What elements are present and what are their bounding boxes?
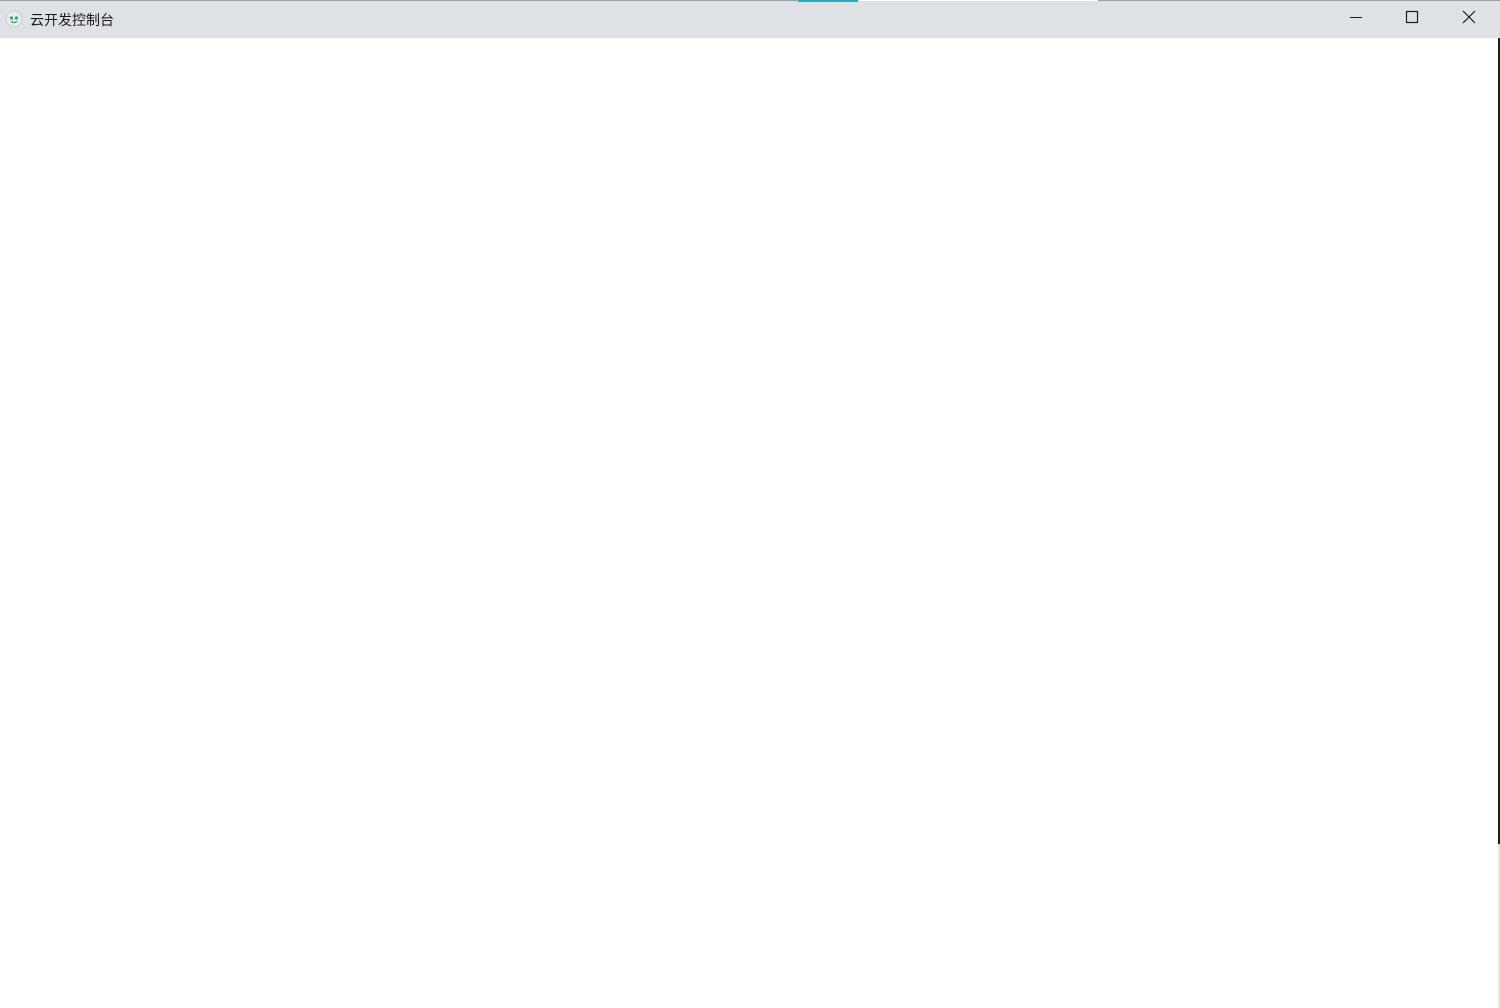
close-button[interactable] [1441, 1, 1497, 38]
maximize-icon [1405, 10, 1419, 29]
cloudbase-icon [5, 10, 23, 28]
minimize-icon [1349, 10, 1363, 29]
content-area [0, 38, 1498, 1008]
app-window: 云开发控制台 [0, 0, 1500, 1008]
maximize-button[interactable] [1384, 1, 1440, 38]
minimize-button[interactable] [1328, 1, 1384, 38]
title-bar-accent-line [798, 0, 858, 2]
window-title: 云开发控制台 [30, 12, 114, 28]
title-bar-highlight-line [858, 0, 1098, 1]
title-bar[interactable]: 云开发控制台 [0, 0, 1500, 38]
close-icon [1462, 10, 1476, 29]
